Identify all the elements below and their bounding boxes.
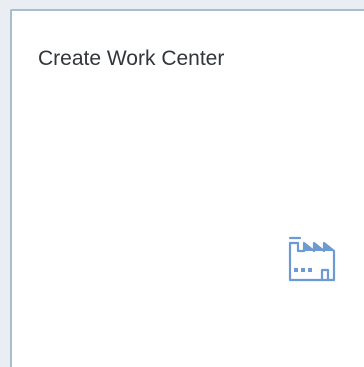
- create-work-center-tile[interactable]: Create Work Center: [10, 9, 364, 367]
- tile-title: Create Work Center: [38, 47, 225, 70]
- factory-icon: [278, 234, 336, 282]
